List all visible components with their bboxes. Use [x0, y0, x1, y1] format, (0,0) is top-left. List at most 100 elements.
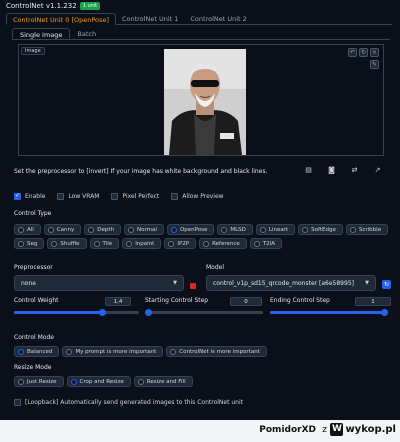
image-label: Image: [21, 47, 45, 55]
resize-mode-option[interactable]: Crop and Resize: [66, 376, 131, 387]
watermark-bar: PomidorXD z W wykop.pl: [0, 420, 400, 442]
tab-unit-0[interactable]: ControlNet Unit 0 [OpenPose]: [6, 13, 116, 25]
control-type-option[interactable]: Reference: [199, 238, 247, 249]
pixel-perfect-checkbox[interactable]: Pixel Perfect: [111, 193, 159, 200]
resize-mode-option[interactable]: Just Resize: [14, 376, 64, 387]
control-type-option[interactable]: Canny: [43, 224, 82, 235]
refresh-models-icon[interactable]: ↻: [382, 280, 391, 289]
image-sub-tabs: Single Image Batch: [12, 28, 390, 40]
tab-single-image[interactable]: Single Image: [12, 28, 71, 39]
control-type-option[interactable]: Seg: [14, 238, 45, 249]
radio-button: [170, 226, 177, 233]
control-mode-option[interactable]: My prompt is more important: [62, 346, 164, 357]
enable-checkbox[interactable]: Enable: [14, 192, 46, 200]
end-step-input[interactable]: 1: [355, 297, 391, 306]
control-type-option[interactable]: Scribble: [345, 224, 389, 235]
start-step-slider[interactable]: [145, 309, 263, 316]
checkbox-label: Low VRAM: [68, 193, 100, 200]
control-type-option[interactable]: OpenPose: [166, 224, 215, 235]
radio-label: Seg: [27, 240, 38, 247]
control-type-option[interactable]: T2IA: [249, 238, 283, 249]
radio-label: My prompt is more important: [75, 348, 157, 355]
tab-batch[interactable]: Batch: [70, 28, 103, 39]
model-value: control_v1p_sd15_qrcode_monster [a6e5899…: [213, 280, 354, 287]
undo-icon[interactable]: ↶: [348, 48, 357, 57]
brush-icon[interactable]: ✎: [370, 60, 379, 69]
slider-fill: [14, 311, 102, 314]
panel-title: ControlNet v1.1.232: [6, 2, 77, 10]
control-type-option[interactable]: Lineart: [255, 224, 296, 235]
control-type-option[interactable]: Depth: [84, 224, 122, 235]
radio-button: [137, 378, 144, 385]
watermark-z: z: [322, 425, 327, 435]
end-step-slider[interactable]: [270, 309, 388, 316]
radio-label: All: [27, 226, 34, 233]
radio-label: Depth: [97, 226, 115, 233]
radio-label: T2IA: [262, 240, 276, 247]
resize-mode-label: Resize Mode: [14, 364, 52, 371]
close-icon[interactable]: ×: [370, 48, 379, 57]
radio-button: [47, 226, 54, 233]
run-preprocessor-icon[interactable]: [190, 283, 196, 289]
slider-thumb[interactable]: [99, 309, 106, 316]
control-weight-input[interactable]: 1,4: [105, 297, 131, 306]
radio-label: Inpaint: [135, 240, 155, 247]
slider-thumb[interactable]: [381, 309, 388, 316]
radio-button: [51, 240, 58, 247]
control-type-option[interactable]: IP2P: [164, 238, 197, 249]
unit-count-badge: 1 unit: [79, 2, 101, 10]
control-type-option[interactable]: Tile: [89, 238, 120, 249]
checkbox-label: Pixel Perfect: [122, 193, 160, 200]
slider-fill: [270, 311, 388, 314]
image-toolbar: ↶ ↻ ×: [348, 48, 379, 57]
control-type-option[interactable]: Inpaint: [122, 238, 162, 249]
control-type-option[interactable]: SoftEdge: [298, 224, 343, 235]
checkbox-box: [14, 399, 21, 406]
resize-mode-option[interactable]: Resize and Fill: [133, 376, 193, 387]
slider-thumb[interactable]: [145, 309, 152, 316]
image-upload-area[interactable]: Image ↶ ↻ × ✎: [18, 44, 384, 156]
radio-label: Balanced: [27, 348, 53, 355]
swap-icon[interactable]: ⇄: [350, 166, 359, 175]
chevron-down-icon: ▼: [365, 280, 369, 286]
start-step-input[interactable]: 0: [230, 297, 262, 306]
control-mode-option[interactable]: Balanced: [14, 346, 60, 357]
tab-unit-2[interactable]: ControlNet Unit 2: [184, 13, 252, 25]
radio-label: Lineart: [268, 226, 289, 233]
radio-label: Crop and Resize: [79, 378, 124, 385]
radio-label: Resize and Fill: [146, 378, 186, 385]
allow-preview-checkbox[interactable]: Allow Preview: [171, 193, 224, 200]
radio-label: Tile: [102, 240, 113, 247]
control-mode-option[interactable]: ControlNet is more important: [166, 346, 267, 357]
reset-icon[interactable]: ↻: [359, 48, 368, 57]
radio-button: [126, 240, 133, 247]
model-select[interactable]: control_v1p_sd15_qrcode_monster [a6e5899…: [206, 275, 376, 291]
control-type-option[interactable]: Shuffle: [47, 238, 87, 249]
control-weight-slider[interactable]: [14, 309, 139, 316]
radio-label: Reference: [212, 240, 240, 247]
loopback-checkbox[interactable]: [Loopback] Automatically send generated …: [14, 399, 243, 406]
camera-icon[interactable]: ◙: [327, 166, 336, 175]
radio-button: [349, 226, 356, 233]
send-dimensions-icon[interactable]: ↗: [373, 166, 382, 175]
image-section: Single Image Batch Image ↶ ↻ × ✎: [12, 28, 390, 158]
wykop-icon: W: [330, 423, 344, 436]
radio-button: [88, 226, 95, 233]
control-type-option[interactable]: Normal: [124, 224, 164, 235]
control-type-option[interactable]: MLSD: [217, 224, 253, 235]
radio-label: Just Resize: [27, 378, 57, 385]
preprocessor-select[interactable]: none ▼: [14, 275, 184, 291]
control-type-option[interactable]: All: [14, 224, 41, 235]
watermark-user: PomidorXD: [259, 425, 316, 435]
tab-unit-1[interactable]: ControlNet Unit 1: [116, 13, 184, 25]
checkbox-label: Enable: [25, 193, 46, 200]
radio-label: Shuffle: [60, 240, 80, 247]
new-canvas-icon[interactable]: ▤: [304, 166, 313, 175]
panel-header[interactable]: ControlNet v1.1.232 1 unit: [6, 1, 101, 11]
radio-button: [203, 240, 210, 247]
loopback-label: [Loopback] Automatically send generated …: [25, 399, 243, 406]
uploaded-image: [164, 49, 246, 155]
low-vram-checkbox[interactable]: Low VRAM: [57, 193, 99, 200]
control-type-options: All Canny Depth Normal OpenPose MLSD Lineart So…: [14, 224, 389, 249]
control-weight-label: Control Weight: [14, 297, 59, 304]
